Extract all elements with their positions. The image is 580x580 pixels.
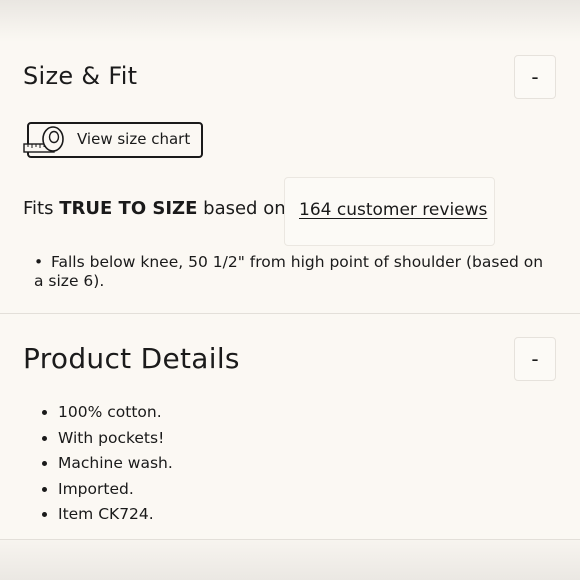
product-details-title: Product Details [23, 342, 240, 375]
size-fit-section: Size & Fit - View size chart Fits TRUE T… [0, 0, 580, 313]
list-item: Item CK724. [58, 502, 173, 528]
fit-rating: TRUE TO SIZE [59, 198, 198, 219]
fits-prefix: Fits [23, 198, 54, 219]
list-item: 100% cotton. [58, 400, 173, 426]
customer-reviews-box[interactable]: 164 customer reviews [284, 177, 495, 246]
product-details-collapse-button[interactable]: - [514, 337, 556, 381]
bottom-edge-shadow [0, 540, 580, 580]
size-fit-collapse-button[interactable]: - [514, 55, 556, 99]
fits-suffix: based on [203, 198, 286, 219]
product-details-list: 100% cotton. With pockets! Machine wash.… [40, 400, 173, 528]
fit-summary: Fits TRUE TO SIZE based on [23, 198, 286, 219]
bullet-marker: • [34, 253, 44, 271]
view-size-chart-label: View size chart [77, 130, 191, 148]
list-item: Imported. [58, 477, 173, 503]
fit-note-text: Falls below knee, 50 1/2" from high poin… [34, 253, 544, 290]
customer-reviews-link[interactable]: 164 customer reviews [299, 200, 487, 220]
list-item: With pockets! [58, 426, 173, 452]
measuring-tape-icon [23, 126, 64, 153]
size-fit-title: Size & Fit [23, 62, 138, 90]
list-item: Machine wash. [58, 451, 173, 477]
fit-note-item: • Falls below knee, 50 1/2" from high poi… [34, 253, 554, 291]
view-size-chart-button[interactable]: View size chart [23, 122, 203, 158]
